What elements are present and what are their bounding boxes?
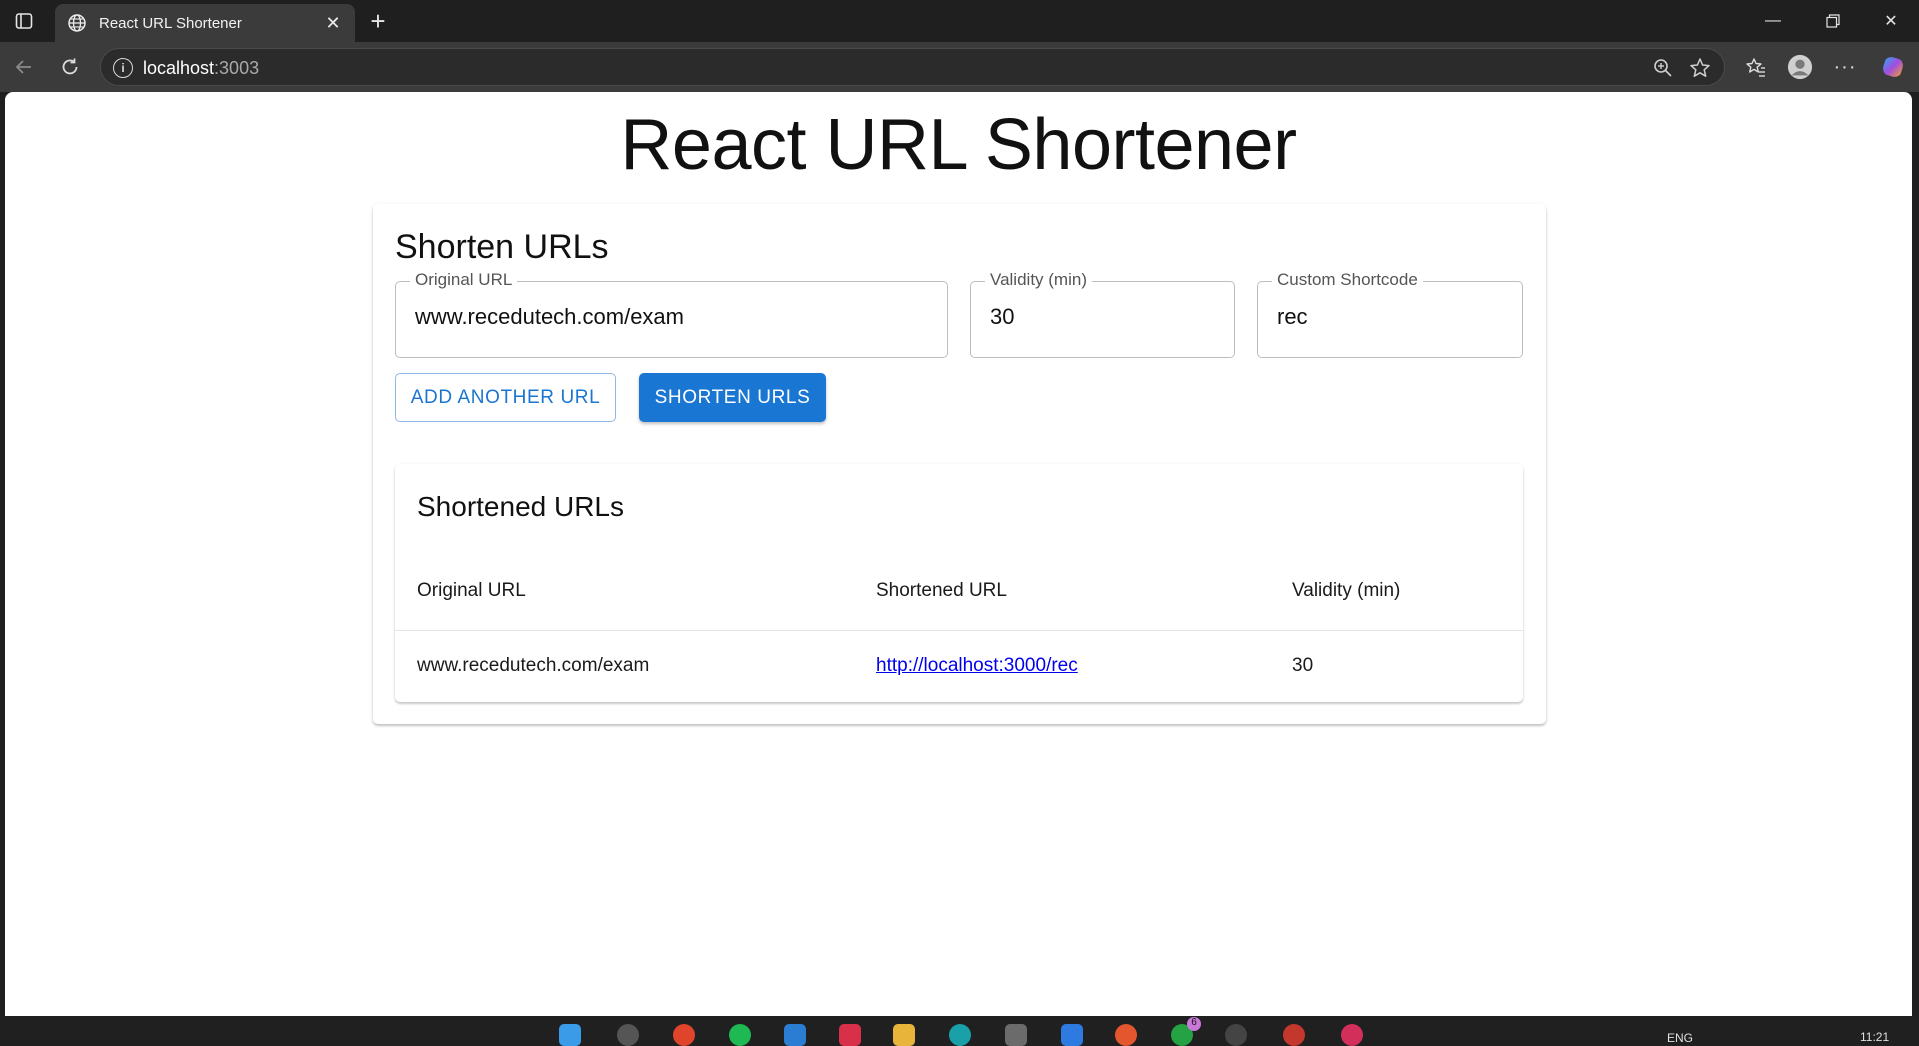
app-icon-red[interactable] bbox=[839, 1024, 861, 1046]
terminal-icon[interactable] bbox=[1005, 1024, 1027, 1046]
original-url-field[interactable]: Original URL bbox=[395, 270, 948, 358]
chrome-icon[interactable] bbox=[673, 1024, 695, 1046]
custom-shortcode-label: Custom Shortcode bbox=[1272, 270, 1423, 290]
favorites-icon[interactable] bbox=[1743, 54, 1769, 80]
new-tab-icon[interactable]: + bbox=[364, 6, 392, 36]
address-port: :3003 bbox=[214, 58, 260, 78]
page-title: React URL Shortener bbox=[620, 105, 1297, 185]
file-explorer-icon[interactable] bbox=[893, 1024, 915, 1046]
column-header-validity: Validity (min) bbox=[1292, 580, 1401, 601]
globe-icon bbox=[67, 13, 87, 33]
shortened-urls-table: Shortened URLs Original URL Shortened UR… bbox=[395, 464, 1523, 702]
address-host: localhost bbox=[143, 58, 215, 78]
app-icon-gray[interactable] bbox=[1225, 1024, 1247, 1046]
active-tab[interactable]: React URL Shortener ✕ bbox=[55, 4, 355, 42]
column-header-shortened: Shortened URL bbox=[876, 580, 1007, 601]
search-icon[interactable] bbox=[617, 1024, 639, 1046]
validity-field[interactable]: Validity (min) bbox=[970, 270, 1235, 358]
close-window-icon[interactable]: ✕ bbox=[1868, 6, 1914, 36]
custom-shortcode-field[interactable]: Custom Shortcode bbox=[1257, 270, 1523, 358]
sidebar-toggle-icon[interactable] bbox=[12, 9, 36, 33]
edge-icon[interactable] bbox=[949, 1024, 971, 1046]
close-tab-icon[interactable]: ✕ bbox=[323, 13, 343, 33]
favorite-star-icon[interactable] bbox=[1688, 56, 1712, 80]
start-icon[interactable] bbox=[559, 1024, 581, 1046]
back-icon[interactable] bbox=[11, 54, 37, 80]
validity-label: Validity (min) bbox=[985, 270, 1092, 290]
reload-icon[interactable] bbox=[57, 54, 83, 80]
shortened-urls-title: Shortened URLs bbox=[417, 491, 625, 522]
shorten-form-card: Shorten URLs Original URL Validity (min)… bbox=[373, 204, 1546, 724]
vscode-icon[interactable] bbox=[1061, 1024, 1083, 1046]
browser-toolbar: i localhost:3003 ··· bbox=[0, 42, 1919, 92]
notification-badge: 6 bbox=[1187, 1017, 1201, 1031]
original-url-input[interactable] bbox=[415, 304, 936, 330]
shorten-urls-button[interactable]: SHORTEN URLS bbox=[639, 373, 826, 422]
row-validity: 30 bbox=[1292, 655, 1314, 676]
custom-shortcode-input[interactable] bbox=[1277, 304, 1511, 330]
app-icon-pink[interactable] bbox=[1341, 1024, 1363, 1046]
header-divider bbox=[395, 630, 1523, 631]
page-viewport: React URL Shortener Shorten URLs Origina… bbox=[5, 92, 1912, 1016]
validity-input[interactable] bbox=[990, 304, 1223, 330]
restore-icon[interactable] bbox=[1810, 6, 1856, 36]
column-header-original: Original URL bbox=[417, 580, 526, 601]
row-original-url: www.recedutech.com/exam bbox=[417, 655, 650, 676]
zoom-icon[interactable] bbox=[1652, 57, 1674, 79]
original-url-label: Original URL bbox=[410, 270, 518, 290]
app-icon-orange[interactable] bbox=[1115, 1024, 1137, 1046]
app-icon-blue[interactable] bbox=[784, 1024, 806, 1046]
copilot-icon[interactable] bbox=[1880, 54, 1906, 80]
tab-bar: React URL Shortener ✕ + — ✕ bbox=[0, 0, 1919, 42]
site-info-icon[interactable]: i bbox=[113, 58, 133, 78]
profile-avatar-icon[interactable] bbox=[1787, 54, 1813, 80]
row-shortened-link[interactable]: http://localhost:3000/rec bbox=[876, 655, 1078, 677]
os-taskbar: 6 ENG 11:21 bbox=[0, 1016, 1919, 1046]
language-indicator[interactable]: ENG bbox=[1667, 1031, 1693, 1045]
more-menu-icon[interactable]: ··· bbox=[1832, 54, 1858, 80]
app-icon-dark-red[interactable] bbox=[1283, 1024, 1305, 1046]
address-bar[interactable]: i localhost:3003 bbox=[100, 48, 1725, 86]
minimize-icon[interactable]: — bbox=[1750, 6, 1796, 36]
spotify-icon[interactable] bbox=[729, 1024, 751, 1046]
shorten-section-title: Shorten URLs bbox=[395, 228, 609, 266]
address-text: localhost:3003 bbox=[143, 58, 259, 79]
add-another-url-button[interactable]: ADD ANOTHER URL bbox=[395, 373, 616, 422]
tab-title: React URL Shortener bbox=[99, 14, 242, 32]
